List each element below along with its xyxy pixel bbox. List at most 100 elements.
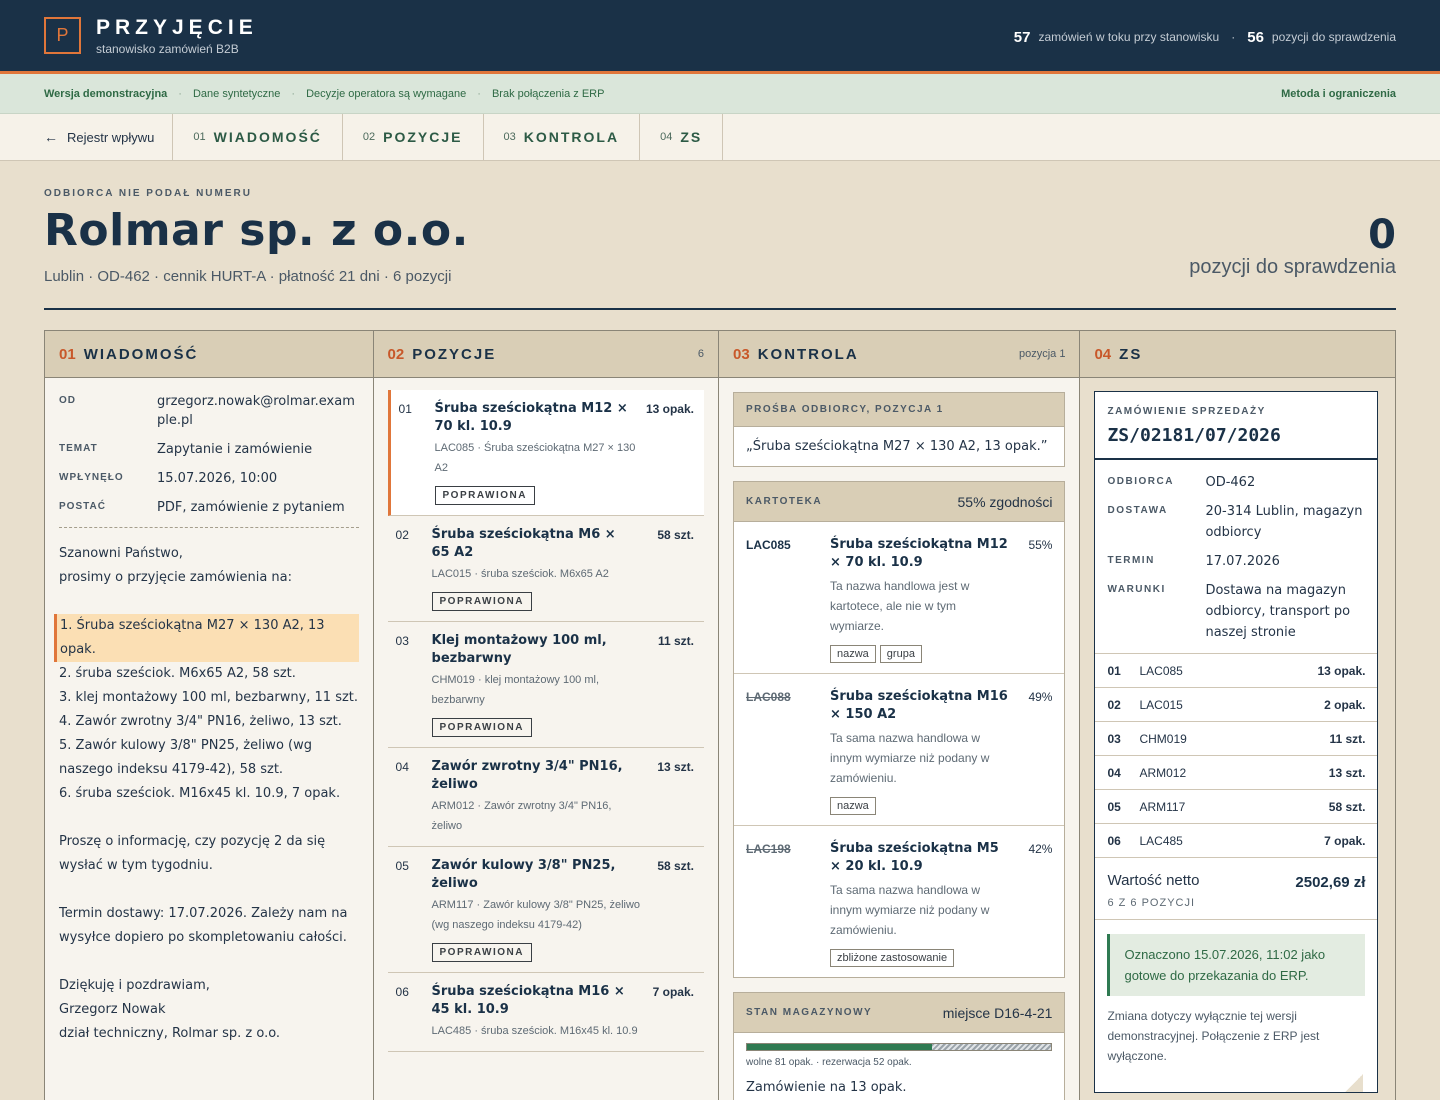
line-quantity: 58 szt.: [1328, 799, 1366, 814]
match-tag: nazwa: [830, 645, 876, 663]
meta-key: TEMAT: [59, 443, 98, 454]
top-bar: P PRZYJĘCIE stanowisko zamówień B2B 57 z…: [0, 0, 1440, 74]
meta-key: TERMIN: [1107, 555, 1155, 566]
meta-row-received: WPŁYNĘŁO 15.07.2026, 10:00: [59, 469, 359, 488]
line-code: LAC485: [1139, 833, 1183, 848]
message-line: Dziękuję i pozdrawiam,: [59, 978, 210, 993]
selected-position: pozycja 1: [1018, 348, 1066, 360]
line-number: 06: [1107, 833, 1121, 848]
item-source: LAC485 · śruba sześciok. M16x45 kl. 10.9: [431, 1025, 638, 1037]
sales-order-card: ZAMÓWIENIE SPRZEDAŻY ZS/02181/07/2026 OD…: [1094, 391, 1379, 1093]
step-label: WIADOMOŚĆ: [213, 129, 322, 145]
step-tab-zs[interactable]: 04 ZS: [640, 114, 724, 160]
candidate-code: LAC198: [746, 842, 791, 856]
order-item-row[interactable]: 03 11 szt. Klej montażowy 100 ml, bezbarwn…: [387, 622, 704, 748]
meta-key: WPŁYNĘŁO: [59, 472, 124, 483]
meta-key: POSTAĆ: [59, 501, 106, 512]
line-quantity: 7 opak.: [1324, 833, 1366, 848]
item-name: Śruba sześciokątna M16 × 45 kl. 10.9: [431, 984, 625, 1017]
line-code: ARM117: [1139, 799, 1186, 814]
catalog-candidate[interactable]: LAC085 55% Śruba sześciokątna M12 × 70 kl.…: [734, 522, 1065, 674]
message-gap: [59, 590, 359, 614]
zs-customer: OD-462: [1205, 475, 1256, 490]
customer-eyebrow: ODBIORCA NIE PODAŁ NUMERU: [44, 188, 252, 199]
message-line: Grzegorz Nowak: [59, 1002, 166, 1017]
message-line: naszego indeksu 4179-42), 58 szt.: [59, 762, 284, 777]
item-source: LAC015 · śruba sześciok. M6x65 A2: [431, 568, 609, 580]
review-counter: 0 pozycji do sprawdzenia: [1189, 212, 1396, 279]
step-number: 01: [193, 131, 206, 143]
customer-request-box: PROŚBA ODBIORCY, POZYCJA 1 „Śruba sześci…: [733, 392, 1066, 467]
message-meta: OD grzegorz.nowak@rolmar.example.pl TEMA…: [45, 378, 373, 517]
step-tab-items[interactable]: 02 POZYCJE: [343, 114, 484, 160]
item-quantity: 7 opak.: [652, 985, 694, 999]
stock-legend: wolne 81 opak. · rezerwacja 52 opak.: [746, 1057, 912, 1068]
separator-dot: ·: [1231, 30, 1236, 44]
candidate-note: Ta sama nazwa handlowa w innym wymiarze …: [830, 883, 990, 937]
message-gap: [59, 878, 359, 902]
item-name: Zawór zwrotny 3/4" PN16, żeliwo: [431, 759, 623, 792]
method-link[interactable]: Metoda i ograniczenia: [1281, 88, 1396, 100]
request-quote: „Śruba sześciokątna M27 × 130 A2, 13 opa…: [746, 439, 1048, 454]
column-number: 01: [59, 345, 76, 363]
message-line: Proszę o informację, czy pozycję 2 da si…: [59, 834, 326, 849]
order-item-row[interactable]: 02 58 szt. Śruba sześciokątna M6 × 65 A2 LA…: [387, 516, 704, 622]
item-number: 02: [395, 528, 409, 542]
message-gap: [59, 806, 359, 830]
catalog-candidate[interactable]: LAC088 49% Śruba sześciokątna M16 × 150 A2…: [734, 674, 1065, 826]
candidate-list: LAC085 55% Śruba sześciokątna M12 × 70 kl.…: [734, 522, 1065, 977]
item-source: ARM117 · Zawór kulowy 3/8" PN25, żeliwo …: [431, 899, 641, 931]
message-line: dział techniczny, Rolmar sp. z o.o.: [59, 1026, 281, 1041]
app-logo: P: [44, 17, 81, 54]
order-item-row[interactable]: 06 7 opak. Śruba sześciokątna M16 × 45 kl.…: [387, 973, 704, 1052]
no-erp-label: Brak połączenia z ERP: [491, 87, 605, 100]
order-item-row[interactable]: 05 58 szt. Zawór kulowy 3/8" PN25, żeliwo A…: [387, 847, 704, 973]
sales-order-number: ZS/02181/07/2026: [1107, 425, 1281, 446]
review-counter-value: 0: [1368, 212, 1396, 258]
zs-row-terms: WARUNKI Dostawa na magazyn odbiorcy, tra…: [1107, 580, 1365, 643]
zs-row-delivery: DOSTAWA 20-314 Lublin, magazyn odbiorcy: [1107, 501, 1365, 543]
order-item-row[interactable]: 01 13 opak. Śruba sześciokątna M12 × 70 kl…: [387, 390, 704, 516]
request-title: PROŚBA ODBIORCY, POZYCJA 1: [746, 404, 944, 415]
candidate-match: 55%: [1028, 538, 1053, 552]
order-item-row[interactable]: 04 13 szt. Zawór zwrotny 3/4" PN16, żeliwo…: [387, 748, 704, 847]
control-column: 03 KONTROLA pozycja 1 PROŚBA ODBIORCY, P…: [719, 331, 1081, 1100]
stock-bar-reserved: [932, 1044, 1052, 1050]
line-number: 04: [1107, 765, 1121, 780]
review-count: 56: [1247, 28, 1264, 46]
item-number: 05: [395, 859, 409, 873]
column-title: ZS: [1119, 345, 1143, 363]
demo-version-label: Wersja demonstracyjna: [44, 87, 168, 100]
item-source: CHM019 · klej montażowy 100 ml, bezbarwn…: [431, 674, 600, 706]
review-counter-label: pozycji do sprawdzenia: [1189, 256, 1396, 278]
candidate-name: Śruba sześciokątna M12 × 70 kl. 10.9: [830, 537, 1008, 570]
step-tab-message[interactable]: 01 WIADOMOŚĆ: [173, 114, 343, 160]
orders-count-label: zamówień w toku przy stanowisku: [1038, 30, 1220, 44]
stock-bar-free: [747, 1044, 933, 1050]
line-quantity: 2 opak.: [1324, 697, 1366, 712]
corrected-badge: POPRAWIONA: [431, 943, 532, 962]
message-body: Szanowni Państwo, prosimy o przyjęcie zam…: [45, 528, 373, 1046]
candidate-tags: nazwa: [830, 794, 1052, 815]
customer-header: ODBIORCA NIE PODAŁ NUMERU Rolmar sp. z o…: [44, 188, 1396, 310]
received-date: 15.07.2026, 10:00: [157, 471, 278, 486]
line-number: 02: [1107, 697, 1121, 712]
column-header: 04 ZS: [1080, 331, 1395, 378]
back-to-register-link[interactable]: ← Rejestr wpływu: [0, 114, 174, 160]
item-name: Zawór kulowy 3/8" PN25, żeliwo: [431, 858, 616, 891]
step-tab-control[interactable]: 03 KONTROLA: [484, 114, 641, 160]
match-tag: zbliżone zastosowanie: [830, 949, 955, 967]
meta-key: DOSTAWA: [1107, 505, 1168, 516]
item-number: 03: [395, 634, 409, 648]
review-count-label: pozycji do sprawdzenia: [1271, 30, 1396, 44]
brand: PRZYJĘCIE stanowisko zamówień B2B: [96, 16, 258, 56]
stock-header: STAN MAGAZYNOWY miejsce D16-4-21: [734, 993, 1065, 1033]
total-sub: 6 Z 6 POZYCJI: [1107, 897, 1196, 909]
message-line: Szanowni Państwo,: [59, 546, 183, 561]
top-stats: 57 zamówień w toku przy stanowisku · 56 …: [1014, 0, 1396, 74]
message-subject: Zapytanie i zamówienie: [157, 442, 313, 457]
corrected-badge: POPRAWIONA: [431, 592, 532, 611]
message-line-highlighted: 1. Śruba sześciokątna M27 × 130 A2, 13 o…: [54, 614, 359, 662]
catalog-candidate[interactable]: LAC198 42% Śruba sześciokątna M5 × 20 kl. …: [734, 826, 1064, 977]
item-quantity: 58 szt.: [657, 528, 694, 542]
